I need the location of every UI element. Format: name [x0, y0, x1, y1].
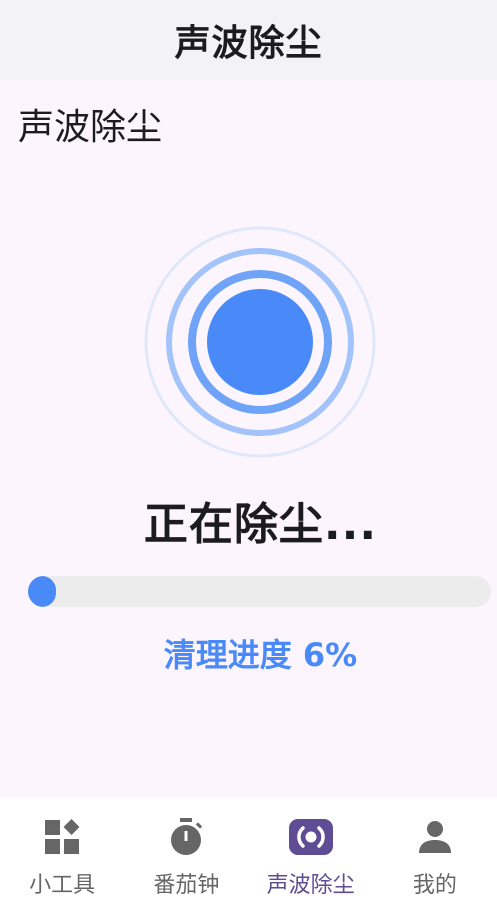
person-icon	[413, 817, 457, 857]
nav-label-profile: 我的	[412, 873, 457, 898]
page-heading: 声波除尘	[18, 107, 163, 148]
app-bar: 声波除尘	[0, 0, 497, 80]
sonic-wave-graphic	[144, 226, 376, 458]
nav-label-sonic-dust: 声波除尘	[266, 873, 355, 898]
progress-bar	[28, 576, 491, 607]
nav-item-pomodoro[interactable]: 番茄钟	[124, 797, 248, 900]
nav-item-profile[interactable]: 我的	[373, 797, 497, 900]
sonic-core	[207, 289, 313, 395]
bottom-navigation: 小工具 番茄钟 声波除尘 我的	[0, 797, 497, 900]
cleaning-status-text: 正在除尘...	[143, 499, 378, 550]
nav-label-pomodoro: 番茄钟	[153, 873, 220, 898]
widgets-icon	[40, 817, 84, 857]
timer-icon	[164, 817, 208, 857]
sonic-wave-icon	[288, 817, 333, 857]
nav-item-sonic-dust[interactable]: 声波除尘	[249, 797, 373, 900]
nav-label-widgets: 小工具	[29, 873, 96, 898]
app-bar-title: 声波除尘	[174, 23, 323, 64]
progress-bar-fill	[28, 576, 56, 607]
progress-label: 清理进度 6%	[163, 636, 358, 674]
nav-item-widgets[interactable]: 小工具	[0, 797, 124, 900]
